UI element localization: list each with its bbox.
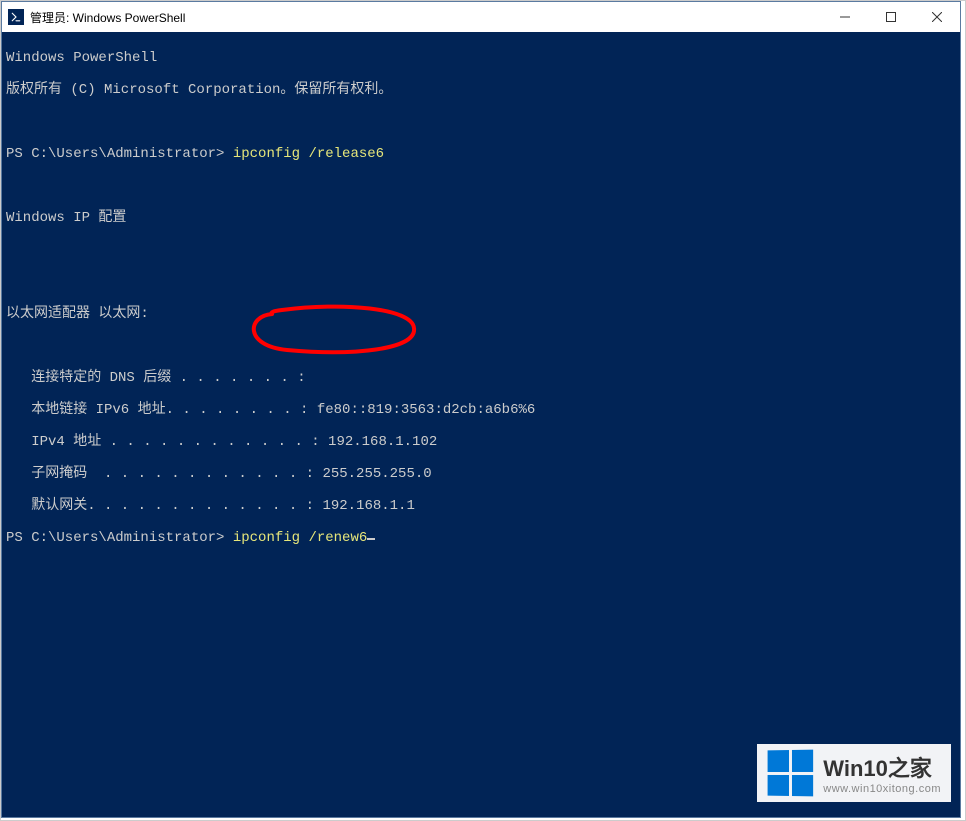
watermark-title: Win10之家 <box>823 751 941 783</box>
watermark: Win10之家 www.win10xitong.com <box>757 744 951 802</box>
row-ipv6-address: 本地链接 IPv6 地址. . . . . . . . : fe80::819:… <box>6 402 956 418</box>
cursor <box>367 538 375 540</box>
close-button[interactable] <box>914 2 960 32</box>
prompt-line-2: PS C:\Users\Administrator> ipconfig /ren… <box>6 530 956 546</box>
powershell-icon <box>8 9 24 25</box>
row-default-gateway: 默认网关. . . . . . . . . . . . . : 192.168.… <box>6 498 956 514</box>
terminal-area[interactable]: Windows PowerShell 版权所有 (C) Microsoft Co… <box>2 32 960 817</box>
window-controls <box>822 2 960 32</box>
minimize-button[interactable] <box>822 2 868 32</box>
maximize-button[interactable] <box>868 2 914 32</box>
window-title: 管理员: Windows PowerShell <box>30 9 185 26</box>
row-subnet-mask: 子网掩码 . . . . . . . . . . . . : 255.255.2… <box>6 466 956 482</box>
adapter-title: 以太网适配器 以太网: <box>6 306 956 322</box>
command-text: ipconfig /renew6 <box>233 530 367 546</box>
row-dns-suffix: 连接特定的 DNS 后缀 . . . . . . . : <box>6 370 956 386</box>
windows-logo-icon <box>768 750 814 797</box>
watermark-url: www.win10xitong.com <box>823 783 941 795</box>
ps-copyright-line: 版权所有 (C) Microsoft Corporation。保留所有权利。 <box>6 82 956 98</box>
command-text: ipconfig /release6 <box>233 146 384 162</box>
row-ipv4-address: IPv4 地址 . . . . . . . . . . . . : 192.16… <box>6 434 956 450</box>
prompt-line-1: PS C:\Users\Administrator> ipconfig /rel… <box>6 146 956 162</box>
ps-header-line: Windows PowerShell <box>6 50 956 66</box>
titlebar[interactable]: 管理员: Windows PowerShell <box>2 2 960 32</box>
powershell-window: 管理员: Windows PowerShell Windows PowerShe… <box>1 1 961 818</box>
ip-config-title: Windows IP 配置 <box>6 210 956 226</box>
prompt-path: PS C:\Users\Administrator> <box>6 146 233 162</box>
prompt-path: PS C:\Users\Administrator> <box>6 530 233 546</box>
